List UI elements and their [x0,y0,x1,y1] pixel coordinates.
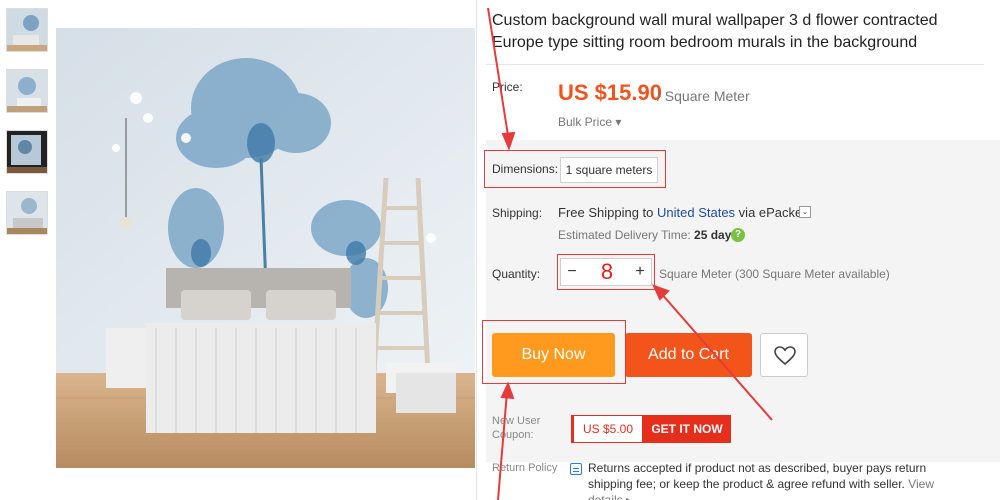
thumbnail[interactable] [6,191,48,235]
new-user-coupon: US $5.00 GET IT NOW [571,415,731,443]
main-product-image [56,28,475,468]
return-policy-icon [570,463,582,475]
add-to-cart-button[interactable]: Add to Cart [625,333,752,377]
options-panel [486,140,1000,462]
panel-divider [476,0,477,500]
product-title: Custom background wall mural wallpaper 3… [492,12,938,51]
thumbnail-list [6,8,48,252]
return-policy-label: Return Policy [492,462,558,474]
quantity-availability: Square Meter (300 Square Meter available… [659,267,890,281]
wishlist-button[interactable] [760,333,808,377]
coupon-label: New User Coupon: [492,415,541,441]
return-policy-description: Returns accepted if product not as descr… [588,461,927,491]
dimensions-annotation-box [484,150,666,188]
thumbnail[interactable] [6,8,48,52]
shipping-label: Shipping: [492,206,543,220]
heart-icon [774,346,796,366]
thumbnail[interactable] [6,130,48,174]
bulk-price-link[interactable]: Bulk Price ▾ [558,115,621,129]
shipping-info: Free Shipping to United States via ePack… [558,205,806,220]
help-icon[interactable]: ? [731,228,745,242]
get-coupon-button[interactable]: GET IT NOW [643,415,731,443]
chevron-down-icon[interactable]: ⌄ [799,206,811,218]
price-value: US $15.90 [558,80,662,105]
shipping-suffix: via ePacket [735,205,806,220]
price-unit: / Square Meter [657,88,750,104]
quantity-annotation-box [557,254,655,290]
thumbnail[interactable] [6,69,48,113]
title-divider [486,64,984,65]
coupon-amount: US $5.00 [571,415,643,443]
price-label: Price: [492,80,523,94]
return-policy-text: Returns accepted if product not as descr… [588,460,968,500]
buy-now-annotation-box [482,320,626,384]
shipping-country[interactable]: United States [657,205,735,220]
delivery-estimate: Estimated Delivery Time: 25 days [558,228,738,242]
delivery-estimate-label: Estimated Delivery Time: [558,228,691,242]
shipping-prefix: Free Shipping to [558,205,658,220]
quantity-label: Quantity: [492,267,541,281]
